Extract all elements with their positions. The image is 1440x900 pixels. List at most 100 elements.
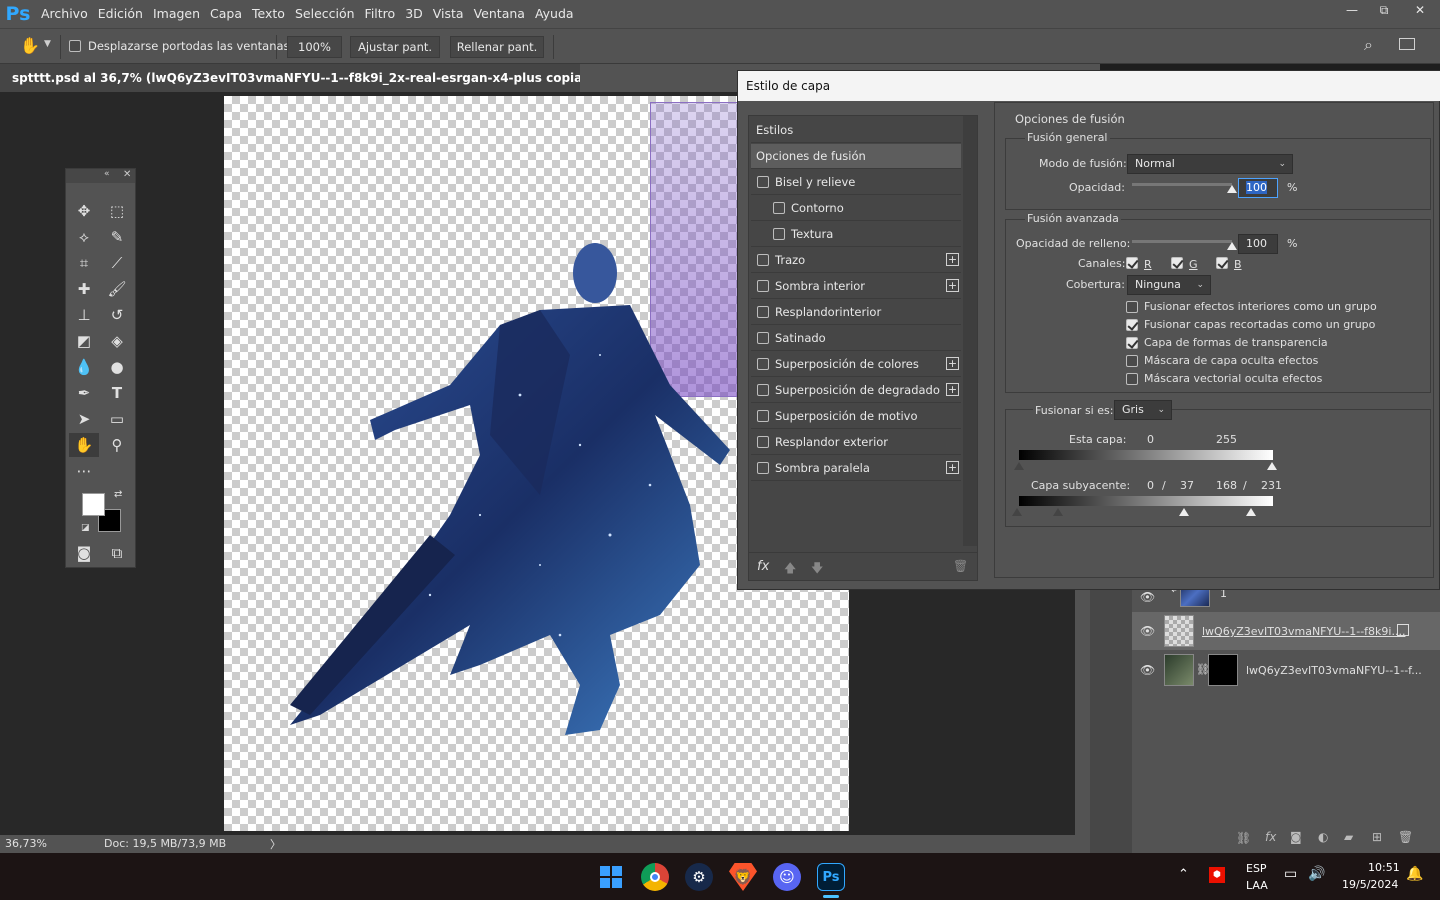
- volume-icon[interactable]: 🔊: [1308, 866, 1325, 882]
- layer-mask-thumbnail[interactable]: [1208, 654, 1238, 686]
- link-layers-icon[interactable]: ⛓: [1236, 831, 1251, 845]
- more-tools-icon[interactable]: ⋯: [69, 459, 99, 483]
- styles-header[interactable]: Estilos: [751, 118, 961, 143]
- start-icon[interactable]: [597, 863, 625, 891]
- trash-icon[interactable]: 🗑: [1398, 830, 1413, 844]
- discord-icon[interactable]: ☺: [773, 863, 801, 891]
- fill-screen-button[interactable]: Rellenar pant.: [450, 36, 544, 58]
- opacity-input[interactable]: 100: [1238, 178, 1278, 198]
- menu-ayuda[interactable]: Ayuda: [530, 0, 579, 28]
- style-item[interactable]: Superposición de colores +: [751, 352, 961, 377]
- channel-r-checkbox[interactable]: [1126, 257, 1138, 269]
- style-item[interactable]: Textura: [751, 222, 961, 247]
- style-checkbox[interactable]: [773, 202, 785, 214]
- channel-g-checkbox[interactable]: [1171, 257, 1183, 269]
- style-item[interactable]: Sombra interior +: [751, 274, 961, 299]
- style-item[interactable]: Resplandorinterior: [751, 300, 961, 325]
- scroll-all-checkbox[interactable]: [69, 40, 81, 52]
- dodge-tool-icon[interactable]: ●: [102, 355, 132, 379]
- style-item[interactable]: Resplandor exterior: [751, 430, 961, 455]
- new-layer-icon[interactable]: ⊞: [1372, 830, 1382, 844]
- style-checkbox[interactable]: [757, 332, 769, 344]
- move-down-icon[interactable]: 🡇: [811, 559, 823, 580]
- minimize-button[interactable]: —: [1336, 0, 1368, 20]
- add-mask-icon[interactable]: ◙: [1290, 830, 1302, 844]
- dialog-title[interactable]: Estilo de capa: [738, 71, 1440, 101]
- move-tool-icon[interactable]: ✥: [69, 199, 99, 223]
- style-item[interactable]: Satinado: [751, 326, 961, 351]
- quick-select-tool-icon[interactable]: ✎: [102, 225, 132, 249]
- screen-mode-icon[interactable]: ⧉: [102, 541, 132, 565]
- fx-icon[interactable]: fx: [1265, 830, 1276, 844]
- pen-tool-icon[interactable]: ✒: [69, 381, 99, 405]
- opacity-slider[interactable]: [1132, 183, 1232, 186]
- style-checkbox[interactable]: [757, 436, 769, 448]
- this-layer-black-thumb[interactable]: [1014, 462, 1024, 470]
- close-window-button[interactable]: ✕: [1400, 0, 1440, 20]
- workspace-icon[interactable]: [1399, 38, 1415, 50]
- add-style-icon[interactable]: +: [946, 357, 959, 370]
- adjustment-icon[interactable]: ◐: [1318, 830, 1328, 844]
- eyedropper-tool-icon[interactable]: ⟋: [102, 251, 132, 275]
- style-item[interactable]: Contorno: [751, 196, 961, 221]
- blur-tool-icon[interactable]: 💧: [69, 355, 99, 379]
- quick-mask-icon[interactable]: ◙: [69, 541, 99, 565]
- blend-option-checkbox[interactable]: [1126, 301, 1138, 313]
- eye-icon[interactable]: 👁: [1140, 624, 1155, 638]
- notification-icon[interactable]: 🔔: [1406, 866, 1423, 882]
- menu-edicion[interactable]: Edición: [93, 0, 148, 28]
- underlying-gradient[interactable]: [1019, 496, 1273, 506]
- zoom-100-button[interactable]: 100%: [287, 36, 342, 58]
- history-brush-tool-icon[interactable]: ↺: [102, 303, 132, 327]
- clock-time[interactable]: 10:51: [1368, 861, 1400, 874]
- style-checkbox[interactable]: [757, 410, 769, 422]
- menu-archivo[interactable]: Archivo: [36, 0, 93, 28]
- zoom-tool-icon[interactable]: ⚲: [102, 433, 132, 457]
- fill-opacity-slider[interactable]: [1132, 240, 1232, 243]
- style-checkbox[interactable]: [757, 254, 769, 266]
- blend-if-select[interactable]: Gris ⌄: [1114, 400, 1172, 420]
- style-checkbox[interactable]: [757, 176, 769, 188]
- menu-texto[interactable]: Texto: [247, 0, 290, 28]
- region-indicator[interactable]: LAA: [1246, 879, 1268, 892]
- fill-opacity-slider-thumb[interactable]: [1227, 242, 1237, 250]
- style-checkbox[interactable]: [773, 228, 785, 240]
- styles-scrollbar[interactable]: [963, 116, 977, 546]
- style-item[interactable]: Trazo +: [751, 248, 961, 273]
- steam-icon[interactable]: ⚙: [685, 863, 713, 891]
- fill-opacity-input[interactable]: 100: [1238, 234, 1278, 254]
- add-style-icon[interactable]: +: [946, 279, 959, 292]
- blend-option-checkbox[interactable]: [1126, 373, 1138, 385]
- document-tab[interactable]: sptttt.psd al 36,7% (lwQ6yZ3evIT03vmaNFY…: [0, 64, 580, 92]
- swap-colors-icon[interactable]: ⇄: [114, 489, 122, 500]
- knockout-select[interactable]: Ninguna ⌄: [1127, 275, 1211, 295]
- add-style-icon[interactable]: +: [946, 253, 959, 266]
- menu-imagen[interactable]: Imagen: [148, 0, 205, 28]
- style-checkbox[interactable]: [757, 384, 769, 396]
- chevron-up-icon[interactable]: ⌃: [1178, 867, 1189, 882]
- foreground-color-swatch[interactable]: [82, 493, 105, 516]
- marquee-tool-icon[interactable]: ⬚: [102, 199, 132, 223]
- collapse-icon[interactable]: «: [104, 169, 110, 179]
- menu-ventana[interactable]: Ventana: [469, 0, 530, 28]
- menu-3d[interactable]: 3D: [400, 0, 428, 28]
- underlying-black-thumb[interactable]: [1012, 508, 1022, 516]
- channel-b-checkbox[interactable]: [1216, 257, 1228, 269]
- underlying-white-split-thumb[interactable]: [1179, 508, 1189, 516]
- photoshop-task-icon[interactable]: Ps: [817, 863, 845, 891]
- path-select-tool-icon[interactable]: ➤: [69, 407, 99, 431]
- eraser-tool-icon[interactable]: ◩: [69, 329, 99, 353]
- menu-filtro[interactable]: Filtro: [360, 0, 401, 28]
- blend-option-checkbox[interactable]: [1126, 337, 1138, 349]
- style-checkbox[interactable]: [757, 306, 769, 318]
- restore-button[interactable]: ⧉: [1368, 0, 1400, 20]
- eye-icon[interactable]: 👁: [1140, 590, 1155, 604]
- language-indicator[interactable]: ESP: [1246, 862, 1267, 875]
- paint-bucket-tool-icon[interactable]: ◈: [102, 329, 132, 353]
- blend-mode-select[interactable]: Normal ⌄: [1127, 154, 1293, 174]
- lasso-tool-icon[interactable]: ⟡: [69, 225, 99, 249]
- style-item[interactable]: Superposición de motivo: [751, 404, 961, 429]
- move-up-icon[interactable]: 🡅: [784, 559, 796, 580]
- this-layer-gradient[interactable]: [1019, 450, 1273, 460]
- zoom-level[interactable]: 36,73%: [5, 837, 47, 850]
